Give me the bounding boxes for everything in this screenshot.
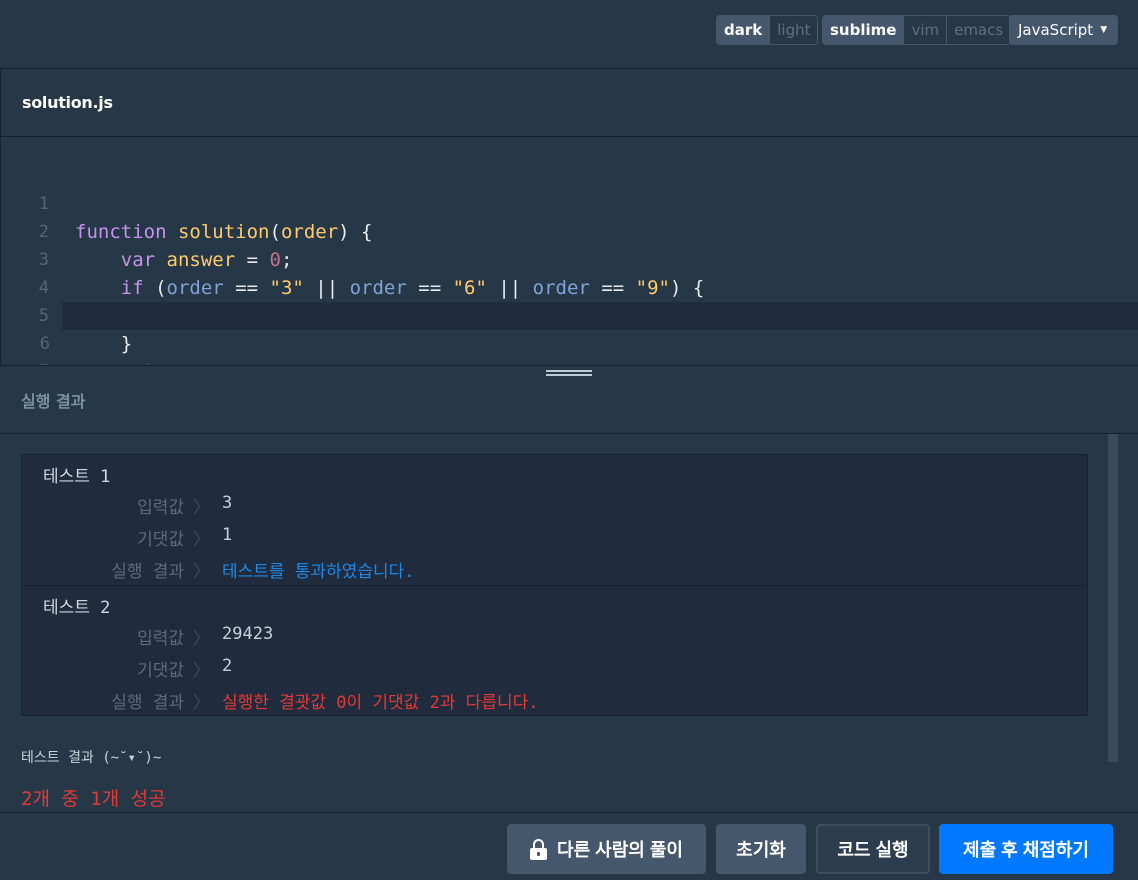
- result-scrollbar[interactable]: [1108, 434, 1118, 762]
- others-solution-button[interactable]: 다른 사람의 풀이: [507, 824, 706, 874]
- reset-button[interactable]: 초기화: [716, 824, 806, 874]
- submit-button[interactable]: 제출 후 채점하기: [939, 824, 1113, 874]
- code-line[interactable]: 5 }: [1, 274, 1138, 355]
- chevron-right-icon: 〉: [193, 693, 210, 713]
- language-select[interactable]: JavaScript ▼: [1009, 15, 1118, 45]
- test-summary-result: 2개 중 1개 성공: [21, 788, 166, 810]
- test-case: 테스트 2 입력값 〉 29423 기댓값 〉 2 실행 결과 〉 실행한 결괏…: [22, 585, 1087, 715]
- code-editor[interactable]: 1 function solution(order) { 2 var answe…: [0, 137, 1138, 411]
- test-case-title: 테스트 2: [43, 598, 111, 618]
- keymap-vim-option[interactable]: vim: [903, 16, 947, 44]
- code-line[interactable]: 4 answer += 1;: [1, 246, 1138, 327]
- theme-toggle: dark light: [716, 15, 819, 45]
- input-value: 29423: [222, 624, 274, 644]
- editor-toolbar: dark light sublime vim emacs JavaScript …: [0, 0, 1138, 69]
- run-code-button[interactable]: 코드 실행: [816, 824, 930, 874]
- expected-value: 1: [222, 525, 233, 545]
- code-line-active[interactable]: 6 return answer;: [40, 302, 1138, 383]
- keymap-toggle: sublime vim emacs: [822, 15, 1012, 45]
- language-select-label: JavaScript: [1018, 21, 1094, 39]
- keymap-emacs-option[interactable]: emacs: [946, 16, 1011, 44]
- expected-value: 2: [222, 656, 233, 676]
- resize-handle-icon[interactable]: [546, 370, 592, 380]
- chevron-right-icon: 〉: [193, 629, 210, 649]
- theme-dark-option[interactable]: dark: [717, 16, 770, 44]
- chevron-right-icon: 〉: [193, 498, 210, 518]
- test-case-row: 실행 결과 〉 테스트를 통과하였습니다.: [22, 557, 1087, 587]
- reset-label: 초기화: [736, 840, 786, 860]
- test-case-row: 기댓값 〉 2: [22, 656, 1087, 686]
- test-case-table: 테스트 1 입력값 〉 3 기댓값 〉 1 실행 결과 〉 테스트를 통과하였습…: [21, 454, 1088, 716]
- theme-light-option[interactable]: light: [769, 16, 818, 44]
- result-title: 실행 결과: [21, 392, 86, 411]
- expected-label: 기댓값: [137, 661, 184, 681]
- result-panel: 테스트 1 입력값 〉 3 기댓값 〉 1 실행 결과 〉 테스트를 통과하였습…: [0, 434, 1138, 812]
- code-line[interactable]: 1 function solution(order) {: [1, 162, 1138, 243]
- input-label: 입력값: [137, 498, 184, 518]
- expected-label: 기댓값: [137, 530, 184, 550]
- test-case-row: 기댓값 〉 1: [22, 525, 1087, 555]
- test-case-row: 실행 결과 〉 실행한 결괏값 0이 기댓값 2과 다릅니다.: [22, 688, 1087, 718]
- file-name: solution.js: [22, 93, 113, 112]
- action-bar: 다른 사람의 풀이 초기화 코드 실행 제출 후 채점하기: [0, 812, 1138, 880]
- code-line[interactable]: 2 var answer = 0;: [1, 190, 1138, 271]
- caret-down-icon: ▼: [1100, 25, 1108, 35]
- test-case: 테스트 1 입력값 〉 3 기댓값 〉 1 실행 결과 〉 테스트를 통과하였습…: [22, 455, 1087, 585]
- others-solution-label: 다른 사람의 풀이: [557, 840, 683, 860]
- outcome-fail-text: 실행한 결괏값 0이 기댓값 2과 다릅니다.: [222, 693, 539, 713]
- lock-icon: [530, 838, 548, 860]
- run-code-label: 코드 실행: [837, 840, 909, 860]
- code-line[interactable]: 7 }: [1, 330, 1138, 411]
- outcome-label: 실행 결과: [111, 693, 184, 713]
- test-case-row: 입력값 〉 3: [22, 493, 1087, 523]
- code-line[interactable]: 3 if (order == "3" || order == "6" || or…: [1, 218, 1138, 299]
- line-number: 5: [38, 306, 49, 326]
- test-summary-title: 테스트 결과 (~˘▾˘)~: [21, 750, 162, 766]
- input-value: 3: [222, 493, 233, 513]
- test-case-title: 테스트 1: [43, 467, 111, 487]
- outcome-pass-text: 테스트를 통과하였습니다.: [222, 562, 415, 582]
- test-case-row: 입력값 〉 29423: [22, 624, 1087, 654]
- keymap-sublime-option[interactable]: sublime: [823, 16, 904, 44]
- input-label: 입력값: [137, 629, 184, 649]
- submit-label: 제출 후 채점하기: [963, 840, 1089, 860]
- chevron-right-icon: 〉: [193, 562, 210, 582]
- file-header: solution.js: [0, 69, 1138, 137]
- chevron-right-icon: 〉: [193, 661, 210, 681]
- outcome-label: 실행 결과: [111, 562, 184, 582]
- result-header: 실행 결과: [0, 365, 1138, 434]
- chevron-right-icon: 〉: [193, 530, 210, 550]
